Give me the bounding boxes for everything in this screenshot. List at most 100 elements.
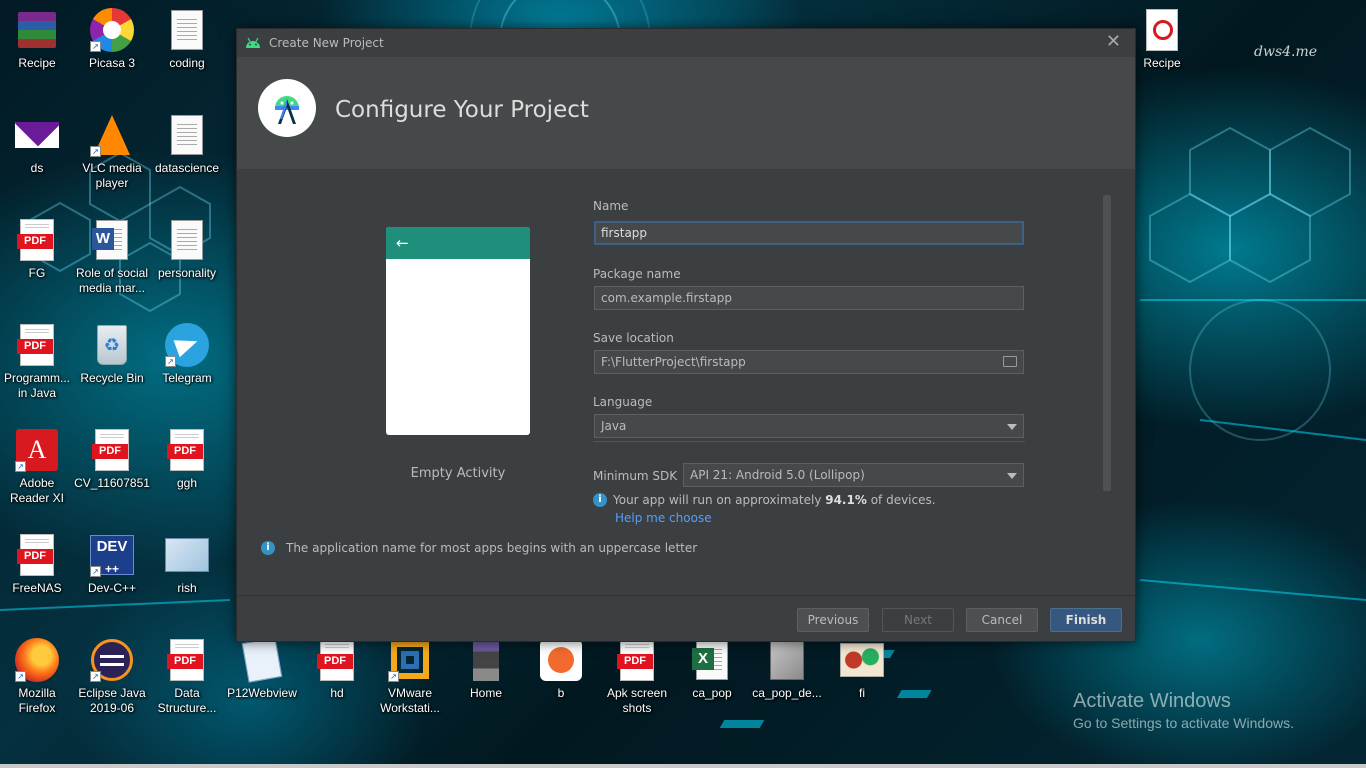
adobe-reader-icon: A ↗ [15, 428, 59, 472]
sdk-info-suffix: of devices. [866, 493, 936, 507]
archive-file-icon [765, 638, 809, 682]
winrar-archive-icon [15, 8, 59, 52]
create-new-project-dialog: Create New Project ✕ Configure Your Proj… [236, 28, 1136, 642]
desktop-icon-programming-java[interactable]: PDF Programm... in Java [0, 323, 75, 401]
firefox-icon: ↗ [15, 638, 59, 682]
back-arrow-icon: ← [396, 234, 409, 252]
text-file-icon [165, 218, 209, 262]
preview-app-bar: ← [386, 227, 530, 259]
telegram-icon: ↗ [165, 323, 209, 367]
desktop-icon-home[interactable]: Home [448, 638, 524, 701]
sdk-info-percent: 94.1% [825, 493, 867, 507]
desktop-icon-ca-pop-de[interactable]: ca_pop_de... [749, 638, 825, 701]
sdk-coverage-info: i Your app will run on approximately 94.… [593, 493, 936, 507]
pdf-file-icon: PDF [15, 218, 59, 262]
vmware-icon: ↗ [388, 638, 432, 682]
folder-icon[interactable] [1003, 356, 1017, 367]
desktop-icon-b[interactable]: b [523, 638, 599, 701]
previous-button[interactable]: Previous [797, 608, 869, 632]
desktop-icon-role-social-media[interactable]: W Role of social media mar... [74, 218, 150, 296]
desktop-icon-picasa[interactable]: ↗ Picasa 3 [74, 8, 150, 71]
app-name-hint-text: The application name for most apps begin… [286, 541, 698, 555]
desktop-icon-devcpp[interactable]: DEV ++ ↗ Dev-C++ [74, 533, 150, 596]
desktop-icon-freenas[interactable]: PDF FreeNAS [0, 533, 75, 596]
desktop-icon-fi[interactable]: fi [824, 638, 900, 701]
pdf-file-icon [1140, 8, 1184, 52]
archive-file-icon [464, 638, 508, 682]
pdf-file-icon: PDF [165, 638, 209, 682]
desktop-icon-eclipse[interactable]: ↗ Eclipse Java 2019-06 [74, 638, 150, 716]
desktop-icon-vmware[interactable]: ↗ VMware Workstati... [372, 638, 448, 716]
wallpaper-watermark: dws4.me [1254, 44, 1318, 60]
envelope-icon [15, 113, 59, 157]
desktop-icon-ca-pop[interactable]: X ca_pop [674, 638, 750, 701]
text-file-icon [165, 113, 209, 157]
desktop-icon-apk-screenshots[interactable]: PDF Apk screen shots [599, 638, 675, 716]
desktop-icon-p12webview[interactable]: P12Webview [224, 637, 300, 701]
desktop-icon-rish[interactable]: rish [149, 533, 225, 596]
close-icon[interactable]: ✕ [1106, 33, 1121, 51]
android-studio-logo [258, 79, 316, 137]
pdf-file-icon: PDF [15, 323, 59, 367]
desktop-icon-ds[interactable]: ds [0, 113, 75, 176]
dialog-titlebar[interactable]: Create New Project ✕ [237, 29, 1135, 57]
template-name: Empty Activity [410, 466, 506, 481]
language-label: Language [593, 395, 653, 409]
scrollbar[interactable] [1103, 195, 1111, 491]
name-field[interactable]: firstapp [594, 221, 1024, 245]
dialog-content: ← Empty Activity Name firstapp Package n… [237, 169, 1135, 595]
minimum-sdk-select[interactable]: API 21: Android 5.0 (Lollipop) [683, 463, 1024, 487]
eclipse-icon: ↗ [90, 638, 134, 682]
dialog-header: Configure Your Project [237, 57, 1135, 169]
recycle-bin-icon: ♻ [90, 323, 134, 367]
save-location-value: F:\FlutterProject\firstapp [601, 355, 746, 369]
image-file-icon [165, 533, 209, 577]
android-icon [245, 34, 261, 53]
desktop-icon-hd[interactable]: PDF hd [299, 638, 375, 701]
pdf-file-icon: PDF [15, 533, 59, 577]
desktop-icon-ggh[interactable]: PDF ggh [149, 428, 225, 491]
save-location-field[interactable]: F:\FlutterProject\firstapp [594, 350, 1024, 374]
name-label: Name [593, 199, 629, 213]
info-icon: i [593, 493, 607, 507]
cancel-button[interactable]: Cancel [966, 608, 1038, 632]
excel-file-icon: X [690, 638, 734, 682]
activate-windows-subtitle: Go to Settings to activate Windows. [1073, 715, 1294, 731]
image-file-icon [840, 638, 884, 682]
package-name-label: Package name [593, 267, 681, 281]
minimum-sdk-label: Minimum SDK [593, 469, 678, 483]
vlc-cone-icon: ↗ [90, 113, 134, 157]
help-me-choose-link[interactable]: Help me choose [615, 511, 712, 525]
app-icon [539, 638, 583, 682]
desktop-icon-vlc[interactable]: ↗ VLC media player [74, 113, 150, 191]
desktop-icon-data-structure[interactable]: PDF Data Structure... [149, 638, 225, 716]
activate-windows-title: Activate Windows [1073, 690, 1231, 712]
taskbar-edge [0, 764, 1366, 768]
app-name-hint: i The application name for most apps beg… [261, 541, 697, 555]
package-name-field[interactable]: com.example.firstapp [594, 286, 1024, 310]
desktop-icon-personality[interactable]: personality [149, 218, 225, 281]
desktop-icon-recipe[interactable]: Recipe [0, 8, 75, 71]
desktop-icon-recycle-bin[interactable]: ♻ Recycle Bin [74, 323, 150, 386]
info-icon: i [261, 541, 275, 555]
page-title: Configure Your Project [335, 97, 589, 123]
desktop-icon-adobe-reader[interactable]: A ↗ Adobe Reader XI [0, 428, 75, 506]
language-select[interactable]: Java [594, 414, 1024, 438]
next-button[interactable]: Next [882, 608, 954, 632]
pdf-file-icon: PDF [165, 428, 209, 472]
word-document-icon: W [90, 218, 134, 262]
desktop-icon-firefox[interactable]: ↗ Mozilla Firefox [0, 638, 75, 716]
dialog-title: Create New Project [269, 36, 384, 50]
pdf-file-icon: PDF [90, 428, 134, 472]
pdf-file-icon: PDF [615, 638, 659, 682]
save-location-label: Save location [593, 331, 674, 345]
devcpp-icon: DEV ++ ↗ [90, 533, 134, 577]
dialog-footer: Previous Next Cancel Finish [237, 595, 1135, 641]
desktop-icon-telegram[interactable]: ↗ Telegram [149, 323, 225, 386]
desktop-icon-fg[interactable]: PDF FG [0, 218, 75, 281]
desktop-icon-cv[interactable]: PDF CV_11607851 [74, 428, 150, 491]
notepad-icon [240, 637, 284, 683]
finish-button[interactable]: Finish [1050, 608, 1122, 632]
divider [593, 441, 1025, 442]
desktop-icon-datascience[interactable]: datascience [149, 113, 225, 176]
